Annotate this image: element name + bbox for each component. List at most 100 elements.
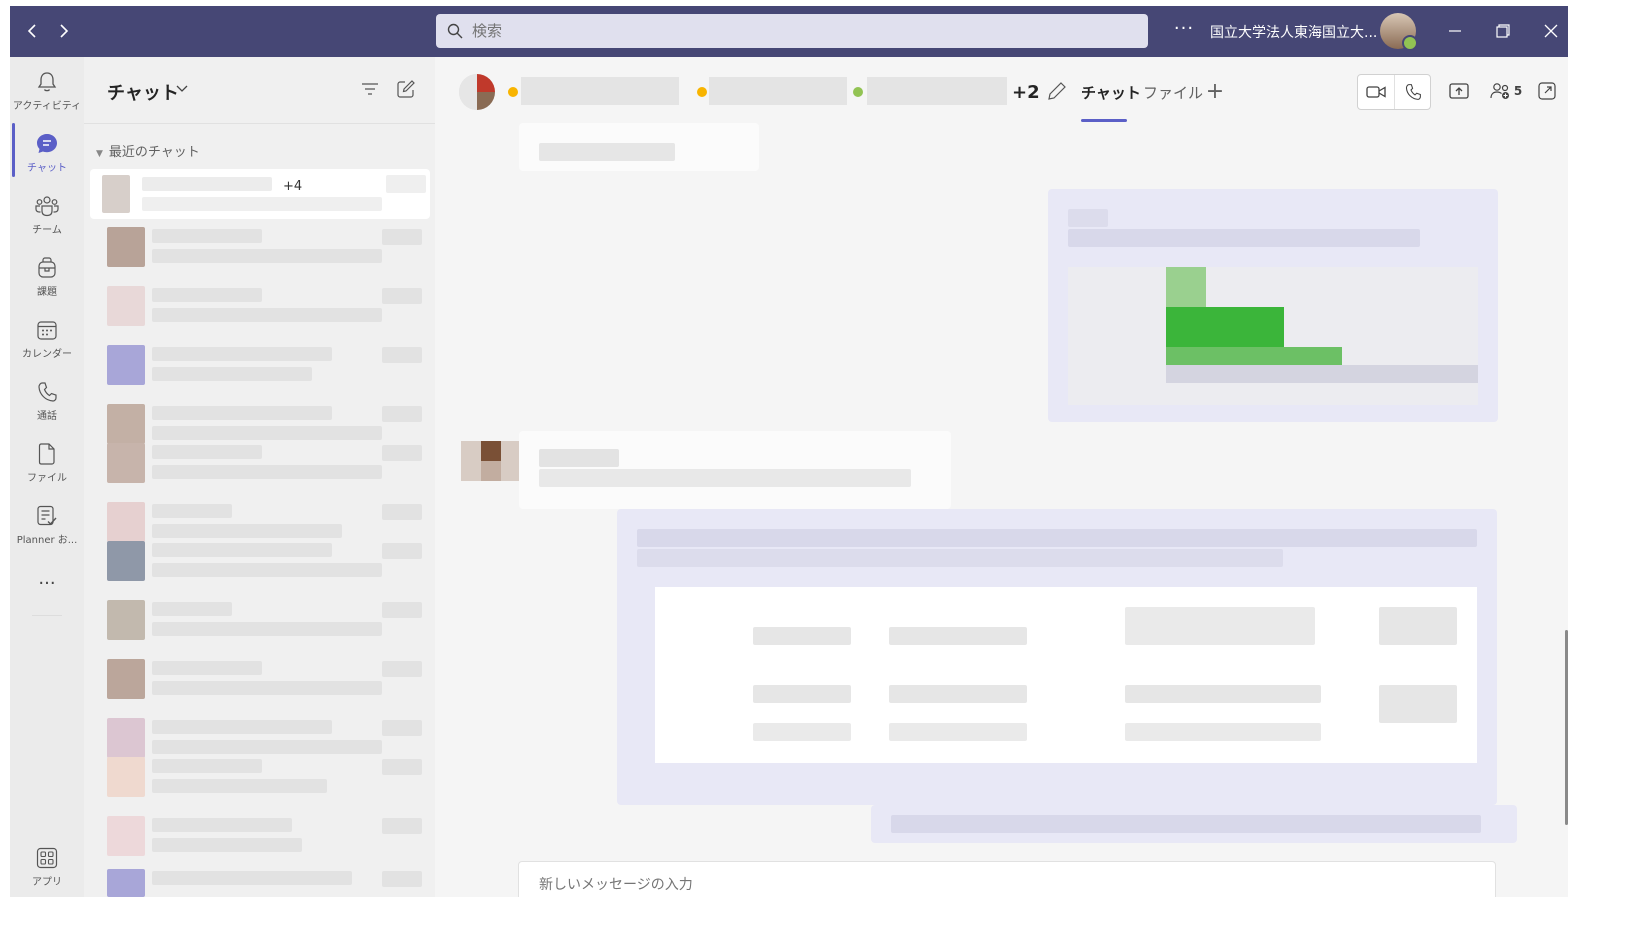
message-bubble-redacted[interactable] bbox=[519, 123, 759, 171]
chat-list-item[interactable] bbox=[90, 439, 430, 489]
search-box[interactable] bbox=[436, 14, 1148, 48]
chevron-down-icon[interactable] bbox=[176, 82, 188, 96]
chat-preview-redacted bbox=[152, 838, 302, 852]
chat-preview-redacted bbox=[152, 308, 382, 322]
tab-files[interactable]: ファイル bbox=[1143, 82, 1203, 103]
pencil-icon bbox=[1048, 82, 1066, 100]
active-tab-indicator bbox=[1081, 119, 1127, 122]
profile-avatar[interactable] bbox=[1380, 13, 1418, 51]
restore-button[interactable] bbox=[1491, 19, 1515, 43]
chat-list-item[interactable] bbox=[90, 812, 430, 862]
rail-item-assignments[interactable]: 課題 bbox=[10, 255, 84, 311]
chat-time-redacted bbox=[382, 818, 422, 834]
message-bubble-redacted[interactable] bbox=[519, 431, 951, 509]
rail-item-planner[interactable]: Planner お... bbox=[10, 503, 84, 559]
pop-out-chat-button[interactable] bbox=[1535, 79, 1559, 103]
chat-list-item[interactable] bbox=[90, 223, 430, 273]
image-attachment-redacted[interactable] bbox=[1068, 267, 1478, 405]
message-bubble-redacted[interactable] bbox=[1048, 189, 1498, 422]
rail-item-chat[interactable]: チャット bbox=[10, 131, 84, 187]
compose-icon bbox=[397, 80, 415, 98]
rail-item-files[interactable]: ファイル bbox=[10, 441, 84, 497]
rail-item-teams[interactable]: チーム bbox=[10, 193, 84, 249]
chat-list-item[interactable] bbox=[90, 537, 430, 587]
rail-item-label: カレンダー bbox=[22, 349, 72, 360]
chat-time-redacted bbox=[382, 720, 422, 736]
close-icon bbox=[1544, 24, 1558, 38]
chat-name-redacted bbox=[152, 602, 232, 616]
table-attachment-redacted[interactable] bbox=[655, 587, 1477, 763]
video-call-button[interactable] bbox=[1358, 75, 1394, 109]
chat-preview-redacted bbox=[152, 465, 382, 479]
chat-time-redacted bbox=[382, 229, 422, 245]
member-name-redacted[interactable] bbox=[521, 77, 679, 105]
chat-list-item[interactable] bbox=[90, 865, 430, 897]
chat-time-redacted bbox=[382, 504, 422, 520]
chat-list-item[interactable] bbox=[90, 341, 430, 391]
back-button[interactable] bbox=[20, 19, 44, 43]
chat-preview-redacted bbox=[152, 524, 342, 538]
chevron-left-icon bbox=[27, 24, 36, 38]
message-bubble-redacted[interactable] bbox=[871, 805, 1517, 843]
rail-item-label: アプリ bbox=[32, 877, 62, 888]
teams-window: ··· 国立大学法人東海国立大... アクティビティ チャット チーム bbox=[10, 6, 1568, 897]
forward-button[interactable] bbox=[52, 19, 76, 43]
message-scrollbar[interactable] bbox=[1565, 630, 1568, 825]
settings-more-button[interactable]: ··· bbox=[1172, 18, 1196, 39]
message-sender-redacted bbox=[539, 449, 619, 467]
filter-button[interactable] bbox=[360, 79, 382, 101]
avatar bbox=[102, 175, 130, 213]
chat-name-redacted bbox=[142, 177, 272, 191]
share-screen-button[interactable] bbox=[1447, 79, 1471, 103]
sender-avatar[interactable] bbox=[461, 441, 519, 481]
chat-name-redacted bbox=[152, 229, 262, 243]
member-count-badge: +4 bbox=[283, 179, 303, 194]
participants-button[interactable]: 5 bbox=[1488, 79, 1524, 103]
chat-name-redacted bbox=[152, 288, 262, 302]
rail-item-apps[interactable]: アプリ bbox=[10, 845, 84, 897]
chat-list-item[interactable] bbox=[90, 596, 430, 646]
chat-preview-redacted bbox=[152, 681, 382, 695]
avatar bbox=[107, 659, 145, 699]
chat-list-item[interactable] bbox=[90, 655, 430, 705]
avatar bbox=[107, 757, 145, 797]
presence-available-icon bbox=[853, 87, 863, 97]
rail-more-apps-button[interactable]: ··· bbox=[10, 571, 84, 627]
rail-item-calls[interactable]: 通話 bbox=[10, 379, 84, 435]
chat-name-redacted bbox=[152, 871, 352, 885]
message-bubble-redacted[interactable] bbox=[617, 509, 1497, 805]
chat-preview-redacted bbox=[142, 197, 382, 211]
new-chat-button[interactable] bbox=[396, 79, 418, 101]
chat-preview-redacted bbox=[152, 740, 382, 754]
rail-item-calendar[interactable]: カレンダー bbox=[10, 317, 84, 373]
chat-preview-redacted bbox=[152, 249, 382, 263]
search-input[interactable] bbox=[470, 21, 1124, 41]
share-screen-icon bbox=[1449, 83, 1469, 99]
close-button[interactable] bbox=[1539, 19, 1563, 43]
avatar bbox=[107, 718, 145, 758]
add-tab-button[interactable]: + bbox=[1203, 79, 1227, 104]
chat-preview-redacted bbox=[152, 367, 312, 381]
edit-group-name-button[interactable] bbox=[1047, 81, 1069, 103]
member-name-redacted[interactable] bbox=[709, 77, 847, 105]
member-name-redacted[interactable] bbox=[867, 77, 1007, 105]
tab-chat[interactable]: チャット bbox=[1081, 82, 1141, 103]
teams-icon bbox=[35, 193, 59, 219]
message-composer[interactable] bbox=[518, 861, 1496, 897]
chat-list-item[interactable] bbox=[90, 753, 430, 803]
org-name[interactable]: 国立大学法人東海国立大... bbox=[1210, 22, 1377, 42]
chat-list-title[interactable]: チャット bbox=[107, 79, 179, 105]
group-avatar[interactable] bbox=[459, 74, 495, 110]
more-dots-icon: ··· bbox=[38, 573, 56, 594]
chat-list-item[interactable]: +4 bbox=[90, 169, 430, 219]
rail-item-activity[interactable]: アクティビティ bbox=[10, 69, 84, 125]
message-input[interactable] bbox=[537, 876, 1441, 894]
chat-list-item[interactable] bbox=[90, 282, 430, 332]
section-recent-chats[interactable]: ▼ 最近のチャット bbox=[96, 141, 200, 160]
message-text-redacted bbox=[539, 469, 911, 487]
minimize-button[interactable] bbox=[1443, 19, 1467, 43]
extra-members-count[interactable]: +2 bbox=[1012, 82, 1040, 103]
audio-call-button[interactable] bbox=[1394, 75, 1431, 109]
restore-icon bbox=[1496, 24, 1510, 38]
call-button-group bbox=[1357, 74, 1431, 110]
